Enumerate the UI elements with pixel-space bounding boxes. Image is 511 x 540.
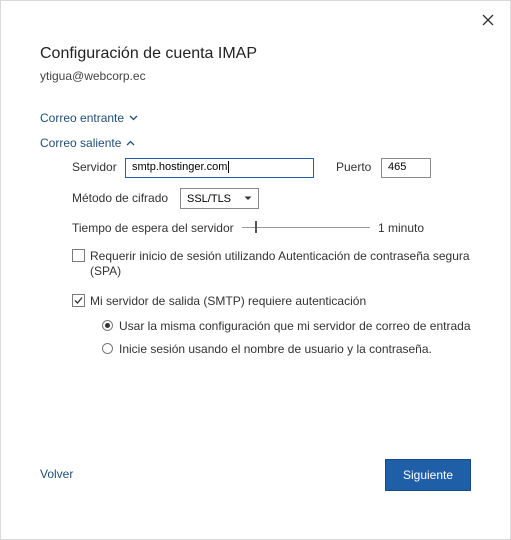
server-input-value: smtp.hostinger.com [132,161,228,173]
timeout-slider-track[interactable] [242,227,370,228]
timeout-slider-thumb[interactable] [255,221,257,233]
imap-settings-dialog: Configuración de cuenta IMAP ytigua@webc… [0,0,511,540]
radio-login-credentials-label: Inicie sesión usando el nombre de usuari… [119,342,432,356]
timeout-value: 1 minuto [378,221,425,235]
server-label: Servidor [72,160,117,174]
text-caret [228,161,230,174]
port-input[interactable]: 465 [381,158,431,178]
incoming-mail-label: Correo entrante [40,111,125,125]
server-input[interactable]: smtp.hostinger.com [125,158,314,178]
radio-same-settings[interactable] [102,320,113,331]
chevron-down-icon [129,115,138,121]
spa-label: Requerir inicio de sesión utilizando Aut… [90,249,470,279]
outgoing-mail-label: Correo saliente [40,136,122,150]
chevron-down-icon [244,196,252,200]
encryption-select-value: SSL/TLS [187,192,232,205]
spa-label-line2: (SPA) [90,264,122,278]
back-link[interactable]: Volver [40,467,73,481]
checkmark-icon [74,297,83,304]
account-email: ytigua@webcorp.ec [40,69,146,83]
spa-label-line1: Requerir inicio de sesión utilizando Aut… [90,249,470,263]
outgoing-mail-toggle[interactable]: Correo saliente [40,136,135,150]
encryption-label: Método de cifrado [72,191,169,205]
encryption-select[interactable]: SSL/TLS [180,188,259,209]
timeout-label: Tiempo de espera del servidor [72,221,234,235]
chevron-up-icon [126,140,135,146]
radio-same-settings-label: Usar la misma configuración que mi servi… [119,319,471,333]
close-button[interactable] [477,9,499,31]
smtp-auth-checkbox[interactable] [72,294,85,307]
port-input-value: 465 [388,161,407,173]
smtp-auth-label: Mi servidor de salida (SMTP) requiere au… [90,294,367,308]
port-label: Puerto [336,160,372,174]
close-icon [482,14,494,26]
dialog-title: Configuración de cuenta IMAP [40,45,258,62]
radio-login-credentials[interactable] [102,343,113,354]
incoming-mail-toggle[interactable]: Correo entrante [40,111,138,125]
spa-checkbox[interactable] [72,249,85,262]
next-button[interactable]: Siguiente [385,459,471,491]
